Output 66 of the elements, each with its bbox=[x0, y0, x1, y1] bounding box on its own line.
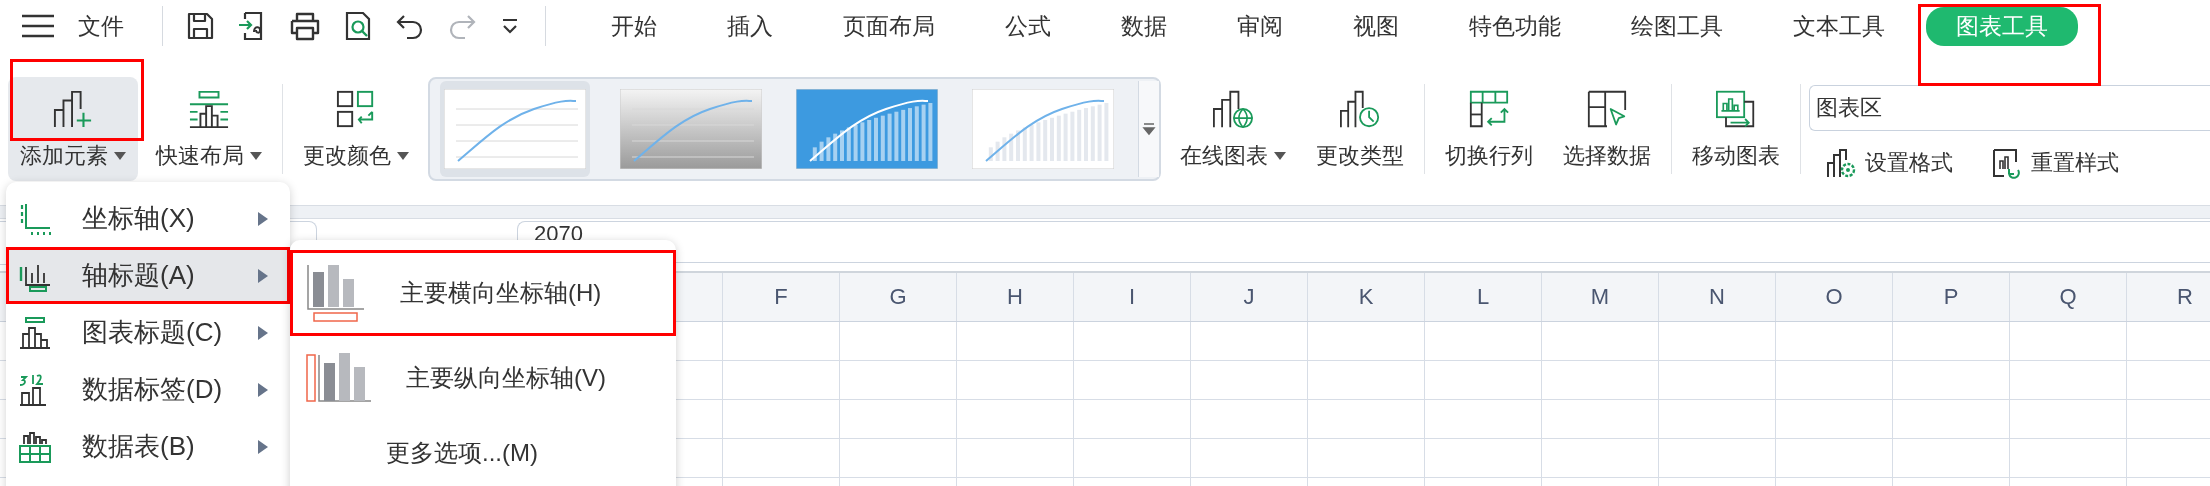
menu-item[interactable]: 数据标签(D) bbox=[6, 361, 290, 418]
chart-style-thumbnail[interactable] bbox=[440, 80, 590, 177]
column-header[interactable]: N bbox=[1659, 273, 1776, 321]
gallery-scroll[interactable] bbox=[1138, 80, 1159, 177]
print-preview-icon[interactable] bbox=[343, 10, 373, 42]
ribbon-tab[interactable]: 视图 bbox=[1319, 6, 1433, 46]
caret-icon bbox=[250, 151, 262, 160]
ribbon-button[interactable]: 添加元素 bbox=[8, 76, 138, 181]
ribbon-button[interactable]: 更改类型 bbox=[1304, 76, 1416, 181]
axis-icon bbox=[18, 201, 52, 236]
column-header[interactable]: L bbox=[1425, 273, 1542, 321]
caret-icon bbox=[397, 151, 409, 160]
ribbon-button[interactable]: 设置格式 bbox=[1823, 144, 1955, 181]
ribbon-tab[interactable]: 审阅 bbox=[1203, 6, 1317, 46]
expand-icon bbox=[1142, 121, 1156, 136]
ribbon-tab[interactable]: 数据 bbox=[1087, 6, 1201, 46]
ribbon-button[interactable]: 移动图表 bbox=[1680, 76, 1792, 181]
column-header[interactable]: M bbox=[1542, 273, 1659, 321]
caret-icon bbox=[1274, 151, 1286, 160]
ribbon-button[interactable]: 重置样式 bbox=[1989, 144, 2121, 181]
chart-reset-icon bbox=[1991, 146, 2023, 179]
ribbon-button[interactable]: 选择数据 bbox=[1551, 76, 1663, 181]
column-header[interactable]: G bbox=[840, 273, 957, 321]
submenu-arrow-icon bbox=[258, 382, 268, 397]
ribbon-tab[interactable]: 开始 bbox=[577, 6, 691, 46]
ribbon-tab[interactable]: 插入 bbox=[693, 6, 807, 46]
column-header[interactable]: R bbox=[2127, 273, 2210, 321]
chart-title-icon bbox=[18, 315, 52, 350]
undo-icon[interactable] bbox=[395, 12, 425, 40]
vertical-axis-title-icon bbox=[306, 353, 372, 403]
column-header[interactable]: H bbox=[957, 273, 1074, 321]
ribbon-button[interactable]: 在线图表 bbox=[1168, 76, 1298, 181]
column-header[interactable]: K bbox=[1308, 273, 1425, 321]
ribbon-button[interactable]: 快速布局 bbox=[144, 76, 274, 181]
menu-item[interactable]: 轴标题(A) bbox=[6, 247, 290, 304]
file-menu[interactable]: 文件 bbox=[78, 10, 124, 42]
save-icon[interactable] bbox=[185, 11, 215, 41]
ribbon-tab[interactable]: 特色功能 bbox=[1435, 6, 1595, 46]
submenu-arrow-icon bbox=[258, 268, 268, 283]
menu-item[interactable]: 数据表(B) bbox=[6, 418, 290, 475]
submenu-arrow-icon bbox=[258, 325, 268, 340]
menu-item[interactable]: 更多选项...(M) bbox=[290, 420, 676, 486]
menu-item[interactable]: 图表标题(C) bbox=[6, 304, 290, 361]
column-header[interactable]: J bbox=[1191, 273, 1308, 321]
ribbon-tab[interactable]: 文本工具 bbox=[1759, 6, 1919, 46]
caret-icon bbox=[114, 151, 126, 160]
ribbon-tab[interactable]: 绘图工具 bbox=[1597, 6, 1757, 46]
column-header[interactable]: O bbox=[1776, 273, 1893, 321]
column-header[interactable]: Q bbox=[2010, 273, 2127, 321]
column-header[interactable]: P bbox=[1893, 273, 2010, 321]
menu-icon[interactable] bbox=[20, 13, 56, 39]
chart-element-select[interactable]: 图表区 bbox=[1809, 84, 2210, 131]
print-icon[interactable] bbox=[289, 11, 321, 41]
data-table-icon bbox=[18, 429, 52, 464]
ribbon-tab[interactable]: 页面布局 bbox=[809, 6, 969, 46]
ribbon-button[interactable]: 切换行列 bbox=[1433, 76, 1545, 181]
ribbon-button[interactable]: 更改颜色 bbox=[291, 76, 421, 181]
submenu-arrow-icon bbox=[258, 211, 268, 226]
ribbon-tab[interactable]: 公式 bbox=[971, 6, 1085, 46]
column-header[interactable]: I bbox=[1074, 273, 1191, 321]
column-header[interactable]: F bbox=[723, 273, 840, 321]
chart-gear-icon bbox=[1825, 146, 1857, 179]
menu-item[interactable]: 坐标轴(X) bbox=[6, 190, 290, 247]
horizontal-axis-title-icon bbox=[306, 263, 366, 323]
menu-item[interactable]: 主要纵向坐标轴(V) bbox=[290, 336, 676, 420]
submenu-arrow-icon bbox=[258, 439, 268, 454]
